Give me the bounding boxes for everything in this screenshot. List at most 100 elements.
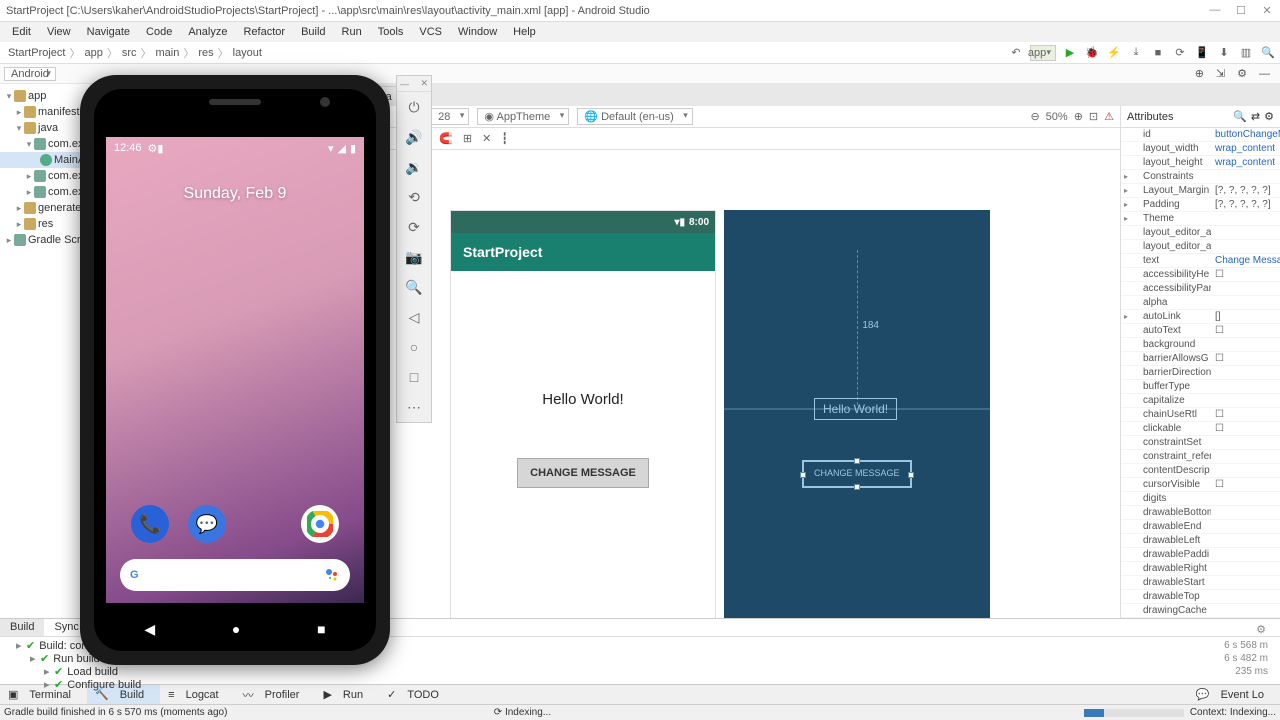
attr-row[interactable]: constraint_refer	[1121, 450, 1280, 464]
crumb-src[interactable]: src	[118, 47, 141, 59]
menu-tools[interactable]: Tools	[370, 24, 412, 40]
gear-icon[interactable]: ⚙	[1246, 621, 1276, 638]
blueprint-view[interactable]: 184 Hello World! CHANGE MESSAGE	[724, 210, 990, 645]
menu-analyze[interactable]: Analyze	[180, 24, 235, 40]
rotate-left-icon[interactable]: ⟲	[397, 182, 431, 212]
bp-button-selected[interactable]: CHANGE MESSAGE	[802, 460, 912, 488]
crumb-layout[interactable]: layout	[229, 47, 266, 59]
attr-row[interactable]: bufferType	[1121, 380, 1280, 394]
tree-manifests[interactable]: manifests	[38, 106, 85, 118]
attr-row[interactable]: textChange Message	[1121, 254, 1280, 268]
menu-navigate[interactable]: Navigate	[79, 24, 138, 40]
recents-nav-icon[interactable]: ■	[317, 621, 325, 637]
attr-row[interactable]: digits	[1121, 492, 1280, 506]
attr-row[interactable]: clickable☐	[1121, 422, 1280, 436]
menu-build[interactable]: Build	[293, 24, 333, 40]
zoom-out-icon[interactable]: ⊖	[1030, 110, 1039, 123]
attr-row[interactable]: cursorVisible☐	[1121, 478, 1280, 492]
back-nav-icon[interactable]: ◀	[144, 621, 155, 638]
back-icon[interactable]: ↶	[1008, 45, 1024, 61]
tree-res[interactable]: res	[38, 218, 53, 230]
search-icon[interactable]: 🔍	[1260, 45, 1276, 61]
chrome-app-icon[interactable]	[301, 505, 339, 543]
sdk-icon[interactable]: ⬇	[1216, 45, 1232, 61]
menu-vcs[interactable]: VCS	[411, 24, 450, 40]
attr-row[interactable]: layout_widthwrap_content	[1121, 142, 1280, 156]
tree-java[interactable]: java	[38, 122, 58, 134]
home-icon[interactable]: ○	[397, 332, 431, 362]
power-icon[interactable]: ⏻	[397, 92, 431, 122]
warning-icon[interactable]: ⚠	[1104, 110, 1114, 123]
attr-row[interactable]: contentDescrip	[1121, 464, 1280, 478]
home-nav-icon[interactable]: ●	[232, 621, 240, 637]
messages-app-icon[interactable]: 💬	[188, 505, 226, 543]
search-icon[interactable]: 🔍	[1233, 110, 1247, 123]
gear-icon[interactable]: ⚙	[1264, 110, 1274, 123]
crumb-app[interactable]: app	[80, 47, 106, 59]
clear-constraints-icon[interactable]: ✕	[482, 132, 491, 145]
phone-app-icon[interactable]: 📞	[131, 505, 169, 543]
crumb-main[interactable]: main	[152, 47, 184, 59]
attr-row[interactable]: accessibilityPar	[1121, 282, 1280, 296]
attr-row[interactable]: idbuttonChangeMessa	[1121, 128, 1280, 142]
attr-row[interactable]: ▸Theme	[1121, 212, 1280, 226]
minimize-icon[interactable]: —	[1208, 4, 1222, 17]
sync-icon[interactable]: ⟳	[1172, 45, 1188, 61]
attr-row[interactable]: ▸Layout_Margin[?, ?, ?, ?, ?]	[1121, 184, 1280, 198]
crumb-project[interactable]: StartProject	[4, 47, 69, 59]
attr-row[interactable]: drawablePaddi	[1121, 548, 1280, 562]
bp-textview[interactable]: Hello World!	[814, 398, 897, 420]
attr-row[interactable]: constraintSet	[1121, 436, 1280, 450]
attr-row[interactable]: background	[1121, 338, 1280, 352]
hide-icon[interactable]: —	[1253, 68, 1276, 80]
menu-edit[interactable]: Edit	[4, 24, 39, 40]
attr-row[interactable]: barrierDirection	[1121, 366, 1280, 380]
attr-row[interactable]: ▸Constraints	[1121, 170, 1280, 184]
build-row[interactable]: ▸✔Load build235 ms	[4, 665, 1276, 678]
default-margins-icon[interactable]: ⊞	[463, 132, 472, 145]
attr-row[interactable]: layout_heightwrap_content	[1121, 156, 1280, 170]
attr-row[interactable]: capitalize	[1121, 394, 1280, 408]
assistant-icon[interactable]	[324, 567, 340, 583]
project-scope-combo[interactable]: Android	[4, 67, 56, 81]
attr-row[interactable]: drawableBottom	[1121, 506, 1280, 520]
menu-run[interactable]: Run	[334, 24, 370, 40]
close-icon[interactable]: ✕	[1260, 4, 1274, 17]
menu-view[interactable]: View	[39, 24, 79, 40]
zoom-in-icon[interactable]: ⊕	[1074, 110, 1083, 123]
debug-icon[interactable]: 🐞	[1084, 45, 1100, 61]
more-icon[interactable]: ⋯	[397, 392, 431, 422]
maximize-icon[interactable]: ☐	[1234, 4, 1248, 17]
theme-combo[interactable]: ◉ AppTheme	[477, 108, 569, 125]
attr-row[interactable]: chainUseRtl☐	[1121, 408, 1280, 422]
run-config-combo[interactable]: app	[1030, 45, 1056, 61]
attr-row[interactable]: drawableEnd	[1121, 520, 1280, 534]
preview-textview[interactable]: Hello World!	[542, 391, 623, 408]
attr-row[interactable]: accessibilityHe☐	[1121, 268, 1280, 282]
design-preview[interactable]: ▾▮ 8:00 StartProject Hello World! CHANGE…	[450, 210, 716, 645]
attr-row[interactable]: ▸Padding[?, ?, ?, ?, ?]	[1121, 198, 1280, 212]
menu-code[interactable]: Code	[138, 24, 180, 40]
attr-row[interactable]: barrierAllowsG☐	[1121, 352, 1280, 366]
overview-icon[interactable]: □	[397, 362, 431, 392]
attr-row[interactable]: drawingCache	[1121, 604, 1280, 618]
crumb-res[interactable]: res	[194, 47, 217, 59]
run-icon[interactable]: ▶	[1062, 45, 1078, 61]
gear-icon[interactable]: ⚙	[1231, 67, 1253, 80]
structure-icon[interactable]: ▥	[1238, 45, 1254, 61]
rotate-right-icon[interactable]: ⟳	[397, 212, 431, 242]
back-icon[interactable]: ◁	[397, 302, 431, 332]
zoom-icon[interactable]: 🔍	[397, 272, 431, 302]
google-search-bar[interactable]: G	[120, 559, 350, 591]
camera-icon[interactable]: 📷	[397, 242, 431, 272]
menu-window[interactable]: Window	[450, 24, 505, 40]
emulator-window[interactable]: 12:46 ⚙ ▮ ▾ ◢ ▮ Sunday, Feb 9 📞 💬 G ◀	[80, 75, 390, 665]
view-options-icon[interactable]: ⇄	[1251, 110, 1260, 123]
collapse-icon[interactable]: ⇲	[1210, 67, 1231, 80]
stop-icon[interactable]: ■	[1150, 45, 1166, 61]
guidelines-icon[interactable]: ┇	[501, 132, 508, 145]
attr-row[interactable]: drawableStart	[1121, 576, 1280, 590]
magnet-icon[interactable]: 🧲	[439, 132, 453, 145]
build-row[interactable]: ▸✔Configure build	[4, 678, 1276, 691]
menu-refactor[interactable]: Refactor	[235, 24, 293, 40]
